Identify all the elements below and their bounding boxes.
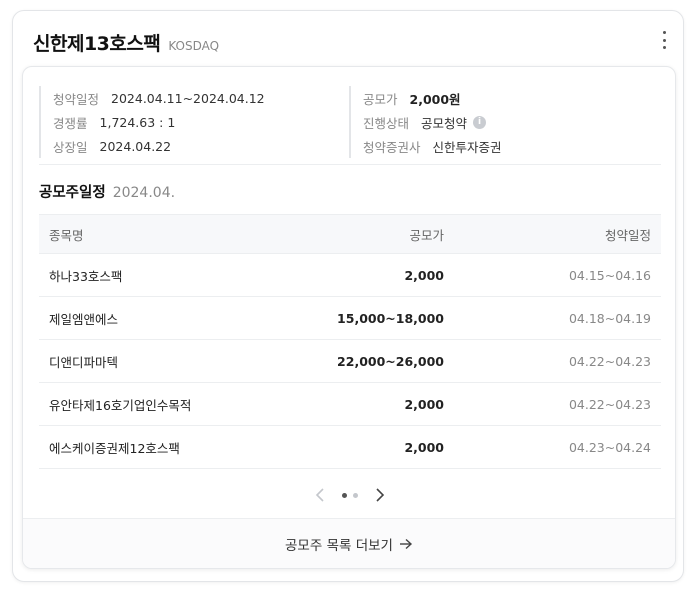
row-dates: 04.18~04.19 <box>568 310 651 326</box>
more-ipo-list-button[interactable]: 공모주 목록 더보기 <box>23 518 675 568</box>
page-dots <box>339 492 361 498</box>
info-value: 2,000원 <box>409 91 461 107</box>
column-header-name: 종목명 <box>49 227 84 243</box>
ipo-widget: 신한제13호스팩 KOSDAQ 청약일정 2024.04.11~2024.04.… <box>12 10 684 582</box>
row-name[interactable]: 디앤디파마텍 <box>39 352 299 371</box>
info-label: 상장일 <box>53 139 88 155</box>
chevron-left-icon[interactable] <box>311 486 329 504</box>
info-value: 공모청약 <box>421 115 468 131</box>
info-label: 청약증권사 <box>363 139 421 155</box>
row-name[interactable]: 에스케이증권제12호스팩 <box>39 438 299 457</box>
arrow-right-icon <box>399 538 413 550</box>
info-row-status: 진행상태 공모청약 i <box>363 110 502 134</box>
ipo-info: 청약일정 2024.04.11~2024.04.12 경쟁률 1,724.63 … <box>39 82 661 158</box>
info-value: 2024.04.11~2024.04.12 <box>111 90 265 106</box>
ipo-card: 청약일정 2024.04.11~2024.04.12 경쟁률 1,724.63 … <box>22 66 676 569</box>
row-price: 2,000 <box>404 439 444 455</box>
info-label: 공모가 <box>363 91 398 107</box>
row-name[interactable]: 유안타제16호기업인수목적 <box>39 395 299 414</box>
info-label: 진행상태 <box>363 115 410 131</box>
row-price: 15,000~18,000 <box>337 310 444 326</box>
pagination <box>310 486 390 504</box>
chevron-right-icon[interactable] <box>371 486 389 504</box>
info-column-right: 공모가 2,000원 진행상태 공모청약 i 청약증권사 신한투자증권 <box>349 86 502 158</box>
more-vertical-icon[interactable] <box>657 31 671 49</box>
row-dates: 04.22~04.23 <box>568 396 651 412</box>
more-button-label: 공모주 목록 더보기 <box>285 537 393 554</box>
row-price: 2,000 <box>404 267 444 283</box>
info-row-underwriter: 청약증권사 신한투자증권 <box>363 134 502 158</box>
market-label: KOSDAQ <box>168 39 220 53</box>
row-price: 22,000~26,000 <box>337 353 444 369</box>
info-row-subscription-period: 청약일정 2024.04.11~2024.04.12 <box>53 86 265 110</box>
column-header-price: 공모가 <box>409 227 444 243</box>
page-dot-active[interactable] <box>342 492 347 498</box>
column-header-dates: 청약일정 <box>604 227 651 243</box>
schedule-heading: 공모주일정 2024.04. <box>39 181 175 202</box>
table-row[interactable]: 에스케이증권제12호스팩 2,000 04.23~04.24 <box>39 426 661 469</box>
info-row-offer-price: 공모가 2,000원 <box>363 86 502 110</box>
info-row-listing-date: 상장일 2024.04.22 <box>53 134 265 158</box>
info-value: 신한투자증권 <box>432 139 502 155</box>
widget-header: 신한제13호스팩 KOSDAQ <box>33 29 220 56</box>
table-header: 종목명 공모가 청약일정 <box>39 214 661 254</box>
row-price: 2,000 <box>404 396 444 412</box>
info-row-competition-rate: 경쟁률 1,724.63 : 1 <box>53 110 265 134</box>
info-value: 1,724.63 : 1 <box>99 114 176 130</box>
row-name[interactable]: 제일엠앤에스 <box>39 309 299 328</box>
row-dates: 04.23~04.24 <box>568 439 651 455</box>
info-icon[interactable]: i <box>473 115 487 129</box>
ipo-schedule-table: 종목명 공모가 청약일정 하나33호스팩 2,000 04.15~04.16 제… <box>39 214 661 469</box>
info-column-left: 청약일정 2024.04.11~2024.04.12 경쟁률 1,724.63 … <box>39 86 265 158</box>
divider <box>39 164 661 165</box>
schedule-month: 2024.04. <box>112 185 176 201</box>
info-value: 2024.04.22 <box>99 138 172 154</box>
row-name[interactable]: 하나33호스팩 <box>39 266 299 285</box>
page-dot[interactable] <box>353 492 358 498</box>
stock-title[interactable]: 신한제13호스팩 <box>33 29 161 56</box>
table-row[interactable]: 제일엠앤에스 15,000~18,000 04.18~04.19 <box>39 297 661 340</box>
table-row[interactable]: 유안타제16호기업인수목적 2,000 04.22~04.23 <box>39 383 661 426</box>
row-dates: 04.22~04.23 <box>568 353 651 369</box>
table-row[interactable]: 하나33호스팩 2,000 04.15~04.16 <box>39 254 661 297</box>
row-dates: 04.15~04.16 <box>568 267 651 283</box>
info-label: 경쟁률 <box>53 115 88 131</box>
info-label: 청약일정 <box>53 91 100 107</box>
schedule-title: 공모주일정 <box>39 185 106 201</box>
table-row[interactable]: 디앤디파마텍 22,000~26,000 04.22~04.23 <box>39 340 661 383</box>
